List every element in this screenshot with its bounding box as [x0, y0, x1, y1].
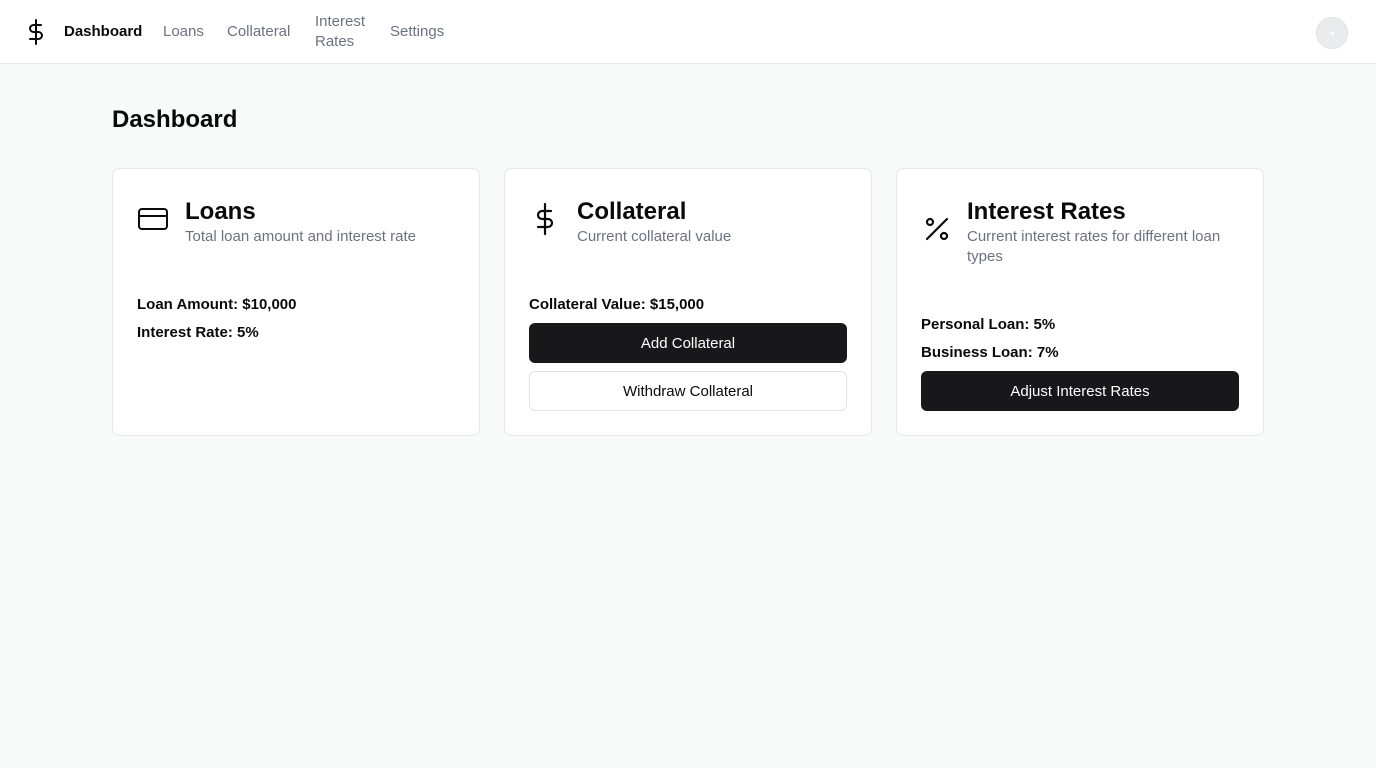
- adjust-interest-rates-button[interactable]: Adjust Interest Rates: [921, 371, 1239, 411]
- withdraw-collateral-button[interactable]: Withdraw Collateral: [529, 371, 847, 411]
- dollar-icon: [529, 202, 561, 236]
- interest-rates-card-title: Interest Rates: [967, 198, 1126, 225]
- business-loan-rate: Business Loan: 7%: [921, 344, 1059, 361]
- nav-item-collateral[interactable]: Collateral: [227, 22, 290, 42]
- page-title: Dashboard: [112, 106, 238, 133]
- credit-card-icon: [137, 203, 169, 235]
- loans-card-title: Loans: [185, 198, 256, 225]
- personal-loan-rate: Personal Loan: 5%: [921, 316, 1056, 333]
- collateral-card: Collateral Current collateral value Coll…: [504, 168, 872, 436]
- loan-amount-value: Loan Amount: $10,000: [137, 296, 297, 313]
- percent-icon: [921, 213, 953, 245]
- collateral-card-description: Current collateral value: [577, 228, 732, 245]
- dollar-icon[interactable]: [24, 18, 48, 46]
- top-navigation-bar: Dashboard Loans Collateral Interest Rate…: [0, 0, 1376, 64]
- loans-card: Loans Total loan amount and interest rat…: [112, 168, 480, 436]
- interest-rate-value: Interest Rate: 5%: [137, 324, 259, 341]
- collateral-card-title: Collateral: [577, 198, 687, 225]
- collateral-value: Collateral Value: $15,000: [529, 296, 705, 313]
- avatar[interactable]: [1316, 17, 1348, 49]
- interest-rates-card-description: Current interest rates for different loa…: [967, 228, 1221, 265]
- add-collateral-button[interactable]: Add Collateral: [529, 323, 847, 363]
- nav-item-dashboard[interactable]: Dashboard: [64, 22, 142, 42]
- nav-item-loans[interactable]: Loans: [163, 22, 204, 42]
- loans-card-description: Total loan amount and interest rate: [185, 228, 416, 245]
- nav-item-interest-rates[interactable]: Interest Rates: [315, 12, 375, 52]
- nav-item-settings[interactable]: Settings: [390, 22, 444, 42]
- interest-rates-card: Interest Rates Current interest rates fo…: [896, 168, 1264, 436]
